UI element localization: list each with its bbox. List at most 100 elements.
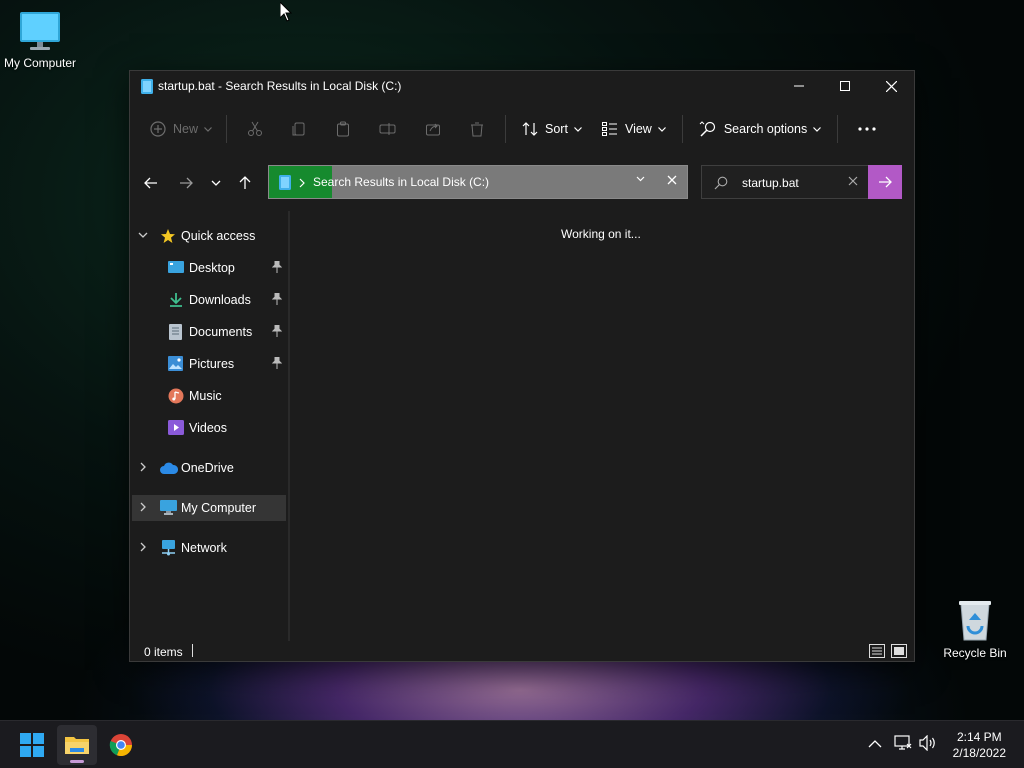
paste-icon bbox=[337, 121, 350, 137]
close-icon bbox=[885, 80, 897, 92]
nav-item-my-computer[interactable]: My Computer bbox=[132, 495, 286, 521]
navigation-pane: Quick access Desktop Downloads Documents… bbox=[130, 217, 288, 637]
nav-item-network[interactable]: Network bbox=[132, 535, 286, 561]
chevron-down-icon bbox=[211, 180, 221, 186]
clock-date: 2/18/2022 bbox=[952, 746, 1006, 760]
recent-locations-button[interactable] bbox=[204, 171, 228, 195]
desktop-icon-label: Recycle Bin bbox=[943, 646, 1007, 660]
nav-label: Desktop bbox=[189, 261, 235, 275]
up-button[interactable] bbox=[233, 171, 257, 195]
download-icon bbox=[170, 293, 182, 307]
desktop-icon-my-computer[interactable]: My Computer bbox=[0, 10, 80, 70]
close-button[interactable] bbox=[868, 71, 914, 101]
search-options-button[interactable]: Search options bbox=[689, 113, 831, 145]
plus-circle-icon bbox=[150, 121, 166, 137]
minimize-icon bbox=[794, 85, 804, 87]
nav-item-downloads[interactable]: Downloads bbox=[132, 287, 286, 313]
chevron-right-icon bbox=[299, 178, 305, 188]
scissors-icon bbox=[248, 121, 263, 136]
item-count: 0 items bbox=[144, 645, 183, 659]
nav-label: Documents bbox=[189, 325, 253, 339]
title-bar[interactable]: startup.bat - Search Results in Local Di… bbox=[130, 71, 914, 101]
pane-splitter[interactable] bbox=[288, 211, 290, 641]
toolbar-separator bbox=[837, 115, 839, 143]
folder-icon bbox=[65, 737, 89, 754]
pin-icon[interactable] bbox=[272, 357, 282, 369]
system-clock[interactable]: 2:14 PM 2/18/2022 bbox=[953, 729, 1006, 761]
nav-label: Music bbox=[189, 389, 222, 403]
nav-item-music[interactable]: Music bbox=[132, 383, 286, 409]
copy-button[interactable] bbox=[277, 113, 321, 145]
chevron-down-icon bbox=[138, 232, 148, 238]
rename-icon bbox=[379, 123, 396, 135]
large-icons-view-icon[interactable] bbox=[890, 643, 908, 659]
search-go-button[interactable] bbox=[868, 165, 902, 199]
back-button[interactable] bbox=[139, 171, 163, 195]
arrow-up-icon bbox=[239, 176, 251, 189]
taskbar-file-explorer[interactable] bbox=[57, 725, 97, 765]
taskbar: 2:14 PM 2/18/2022 bbox=[0, 720, 1024, 768]
arrow-left-icon bbox=[144, 177, 157, 189]
search-box[interactable]: startup.bat bbox=[701, 165, 869, 199]
nav-label: Downloads bbox=[189, 293, 251, 307]
chevron-up-icon[interactable] bbox=[868, 739, 882, 748]
new-label: New bbox=[173, 122, 199, 136]
arrow-right-icon bbox=[180, 177, 193, 189]
cut-button[interactable] bbox=[233, 113, 277, 145]
sort-button[interactable]: Sort bbox=[512, 113, 592, 145]
sort-label: Sort bbox=[545, 122, 568, 136]
command-bar: New Sort View Search options bbox=[130, 107, 914, 151]
paste-button[interactable] bbox=[321, 113, 365, 145]
nav-label: Quick access bbox=[181, 229, 256, 243]
search-icon bbox=[714, 176, 728, 190]
delete-button[interactable] bbox=[455, 113, 499, 145]
file-icon bbox=[141, 79, 153, 94]
search-options-icon bbox=[699, 121, 715, 137]
chevron-down-icon[interactable] bbox=[636, 176, 645, 182]
pin-icon[interactable] bbox=[272, 325, 282, 337]
stop-search-icon[interactable] bbox=[667, 175, 677, 185]
toolbar-separator bbox=[681, 115, 683, 143]
network-status-icon[interactable] bbox=[894, 735, 912, 751]
more-options-button[interactable] bbox=[844, 113, 890, 145]
status-bar: 0 items bbox=[130, 641, 914, 663]
forward-button[interactable] bbox=[174, 171, 198, 195]
pin-icon[interactable] bbox=[272, 293, 282, 305]
picture-icon bbox=[168, 356, 183, 371]
rename-button[interactable] bbox=[365, 113, 411, 145]
nav-item-documents[interactable]: Documents bbox=[132, 319, 286, 345]
navigation-row: Search Results in Local Disk (C:) startu… bbox=[130, 165, 914, 201]
pin-icon[interactable] bbox=[272, 261, 282, 273]
desktop-icon-recycle-bin[interactable]: Recycle Bin bbox=[935, 598, 1015, 660]
nav-label: OneDrive bbox=[181, 461, 234, 475]
details-view-icon[interactable] bbox=[868, 643, 886, 659]
nav-item-quick-access[interactable]: Quick access bbox=[132, 223, 286, 249]
nav-label: Videos bbox=[189, 421, 227, 435]
nav-item-videos[interactable]: Videos bbox=[132, 415, 286, 441]
taskbar-chrome[interactable] bbox=[101, 725, 141, 765]
toolbar-separator bbox=[226, 115, 228, 143]
view-label: View bbox=[624, 122, 652, 136]
chevron-right-icon bbox=[140, 502, 146, 512]
address-bar[interactable]: Search Results in Local Disk (C:) bbox=[268, 165, 688, 199]
nav-label: Pictures bbox=[189, 357, 235, 371]
network-icon bbox=[162, 540, 175, 556]
start-button[interactable] bbox=[12, 725, 52, 765]
view-button[interactable]: View bbox=[592, 113, 676, 145]
video-icon bbox=[168, 420, 184, 435]
windows-logo-icon bbox=[20, 733, 44, 757]
minimize-button[interactable] bbox=[776, 71, 822, 101]
share-icon bbox=[426, 123, 441, 136]
search-input[interactable]: startup.bat bbox=[742, 176, 799, 190]
address-path: Search Results in Local Disk (C:) bbox=[313, 175, 490, 189]
search-status-message: Working on it... bbox=[561, 227, 641, 241]
nav-item-onedrive[interactable]: OneDrive bbox=[132, 455, 286, 481]
clear-icon[interactable] bbox=[848, 176, 858, 186]
nav-item-desktop[interactable]: Desktop bbox=[132, 255, 286, 281]
toolbar-separator bbox=[505, 115, 507, 143]
new-button[interactable]: New bbox=[142, 113, 220, 145]
share-button[interactable] bbox=[411, 113, 455, 145]
maximize-button[interactable] bbox=[822, 71, 868, 101]
volume-icon[interactable] bbox=[919, 735, 937, 751]
nav-item-pictures[interactable]: Pictures bbox=[132, 351, 286, 377]
